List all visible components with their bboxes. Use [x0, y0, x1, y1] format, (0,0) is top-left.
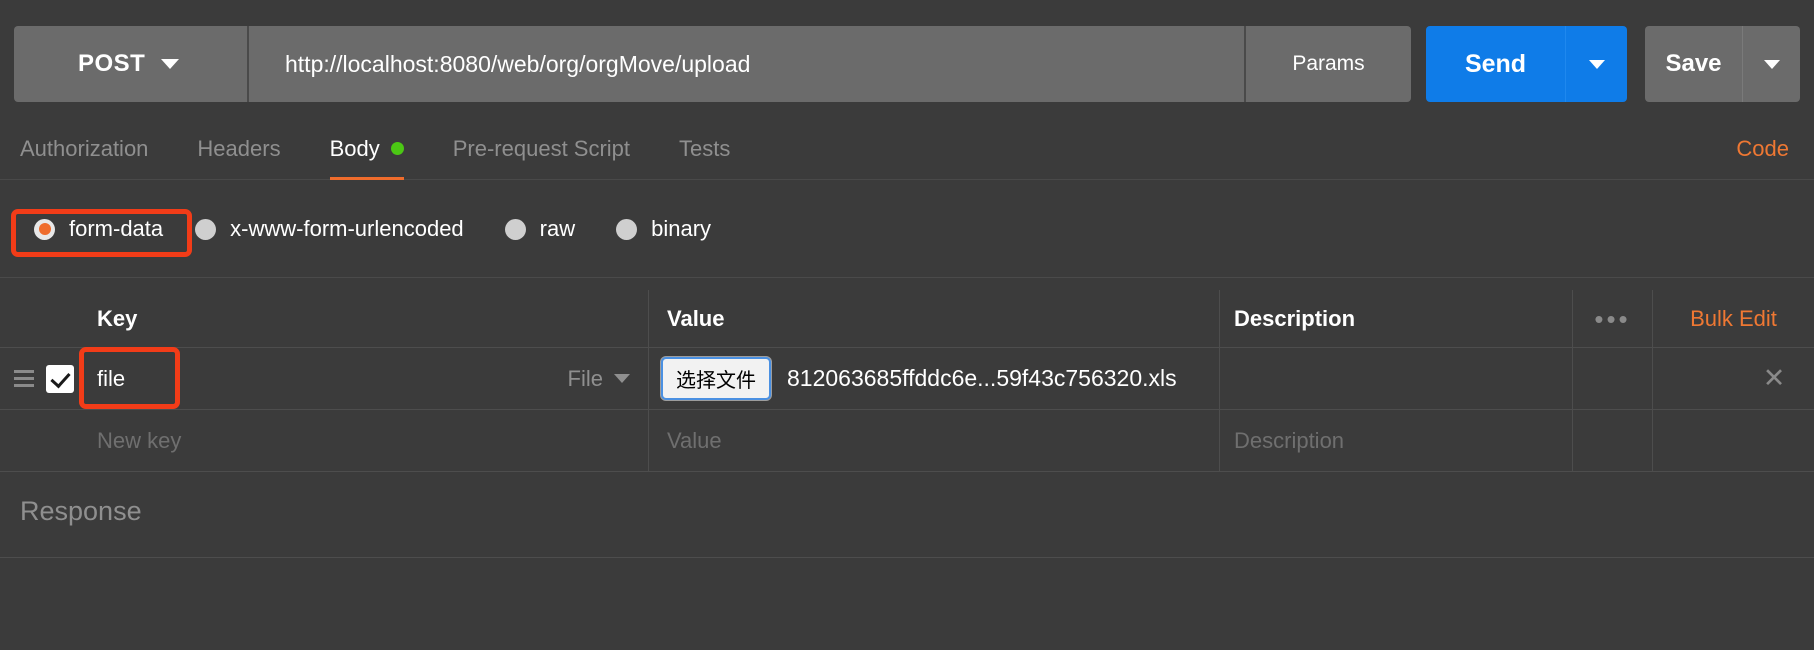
save-options-button[interactable] [1742, 26, 1800, 102]
header-description: Description [1220, 290, 1573, 347]
row-value-cell: 选择文件 812063685ffddc6e...59f43c756320.xls [649, 348, 1220, 409]
chevron-down-icon [614, 374, 630, 383]
row-spacer-2 [1653, 348, 1734, 409]
tab-label: Pre-request Script [452, 135, 631, 161]
form-data-table-header: Key Value Description ••• Bulk Edit [0, 290, 1814, 348]
selected-file-name: 812063685ffddc6e...59f43c756320.xls [787, 365, 1177, 391]
chevron-down-icon [1763, 59, 1780, 69]
drag-handle-icon[interactable] [14, 370, 34, 387]
tab-authorization[interactable]: Authorization [20, 118, 148, 180]
table-row: file File 选择文件 812063685ffddc6e...59f43c… [0, 348, 1814, 410]
new-row-spacer [1573, 410, 1653, 471]
key-input: file [97, 365, 126, 391]
bulk-edit-button[interactable]: Bulk Edit [1653, 290, 1814, 347]
header-description-label: Description [1234, 305, 1356, 331]
bulk-edit-label: Bulk Edit [1690, 305, 1777, 331]
new-row-spacer-3 [1734, 410, 1814, 471]
new-key-cell[interactable]: New key [78, 410, 649, 471]
header-value-label: Value [667, 305, 725, 331]
response-title: Response [20, 496, 142, 526]
save-label: Save [1665, 50, 1722, 77]
row-controls [0, 348, 78, 409]
body-modified-dot-icon [390, 142, 404, 155]
row-description-cell[interactable] [1220, 348, 1573, 409]
body-type-radio-group: form-data x-www-form-urlencoded raw bina… [0, 181, 1814, 278]
send-button-group: Send [1426, 26, 1627, 102]
new-value-cell[interactable]: Value [649, 410, 1220, 471]
save-button[interactable]: Save [1645, 26, 1742, 102]
radio-label: form-data [69, 216, 164, 241]
row-enabled-checkbox[interactable] [46, 364, 74, 393]
radio-selected-icon [34, 218, 55, 240]
radio-raw[interactable]: raw [504, 216, 576, 242]
new-description-cell[interactable]: Description [1220, 410, 1573, 471]
new-key-placeholder: New key [97, 427, 182, 453]
send-options-button[interactable] [1565, 26, 1627, 102]
tab-label: Authorization [20, 135, 149, 161]
url-bar: POST http://localhost:8080/web/org/orgMo… [14, 26, 1800, 102]
radio-x-www-form-urlencoded[interactable]: x-www-form-urlencoded [195, 216, 464, 242]
row-spacer [1573, 348, 1653, 409]
tab-tests[interactable]: Tests [679, 118, 730, 180]
radio-unselected-icon [616, 218, 638, 240]
ellipsis-icon: ••• [1594, 303, 1631, 334]
tab-headers[interactable]: Headers [197, 118, 280, 180]
tab-pre-request-script[interactable]: Pre-request Script [453, 118, 630, 180]
url-input[interactable]: http://localhost:8080/web/org/orgMove/up… [249, 26, 1244, 102]
table-new-row: New key Value Description [0, 410, 1814, 472]
request-tabs: Authorization Headers Body Pre-request S… [0, 118, 1814, 180]
header-value: Value [649, 290, 1220, 347]
radio-binary[interactable]: binary [616, 216, 711, 242]
url-text: http://localhost:8080/web/org/orgMove/up… [285, 50, 751, 77]
header-key: Key [78, 290, 649, 347]
new-value-placeholder: Value [667, 427, 722, 453]
code-link[interactable]: Code [1736, 136, 1789, 162]
send-button[interactable]: Send [1426, 26, 1565, 102]
radio-unselected-icon [504, 218, 526, 240]
close-icon: ✕ [1762, 363, 1786, 393]
tab-body[interactable]: Body [329, 118, 404, 180]
value-type-label: File [567, 365, 603, 391]
send-label: Send [1464, 49, 1527, 78]
save-button-group: Save [1645, 26, 1800, 102]
http-method-label: POST [78, 50, 146, 77]
radio-label: raw [539, 216, 576, 241]
params-label: Params [1292, 52, 1365, 75]
header-more-options-button[interactable]: ••• [1573, 290, 1653, 347]
tab-label: Tests [679, 135, 731, 161]
chevron-down-icon [161, 59, 180, 69]
http-method-selector[interactable]: POST [14, 26, 247, 102]
tab-label: Body [329, 135, 380, 161]
response-panel: Response [0, 473, 1814, 650]
tab-label: Headers [197, 135, 281, 161]
new-row-controls [0, 410, 78, 471]
header-spacer [0, 290, 78, 347]
chevron-down-icon [1588, 59, 1605, 69]
row-key-cell[interactable]: file File [78, 348, 649, 409]
radio-form-data[interactable]: form-data [34, 216, 163, 242]
radio-label: x-www-form-urlencoded [230, 216, 464, 241]
new-row-spacer-2 [1653, 410, 1734, 471]
radio-label: binary [651, 216, 712, 241]
new-description-placeholder: Description [1234, 427, 1345, 453]
params-button[interactable]: Params [1246, 26, 1411, 102]
header-key-label: Key [97, 305, 138, 331]
radio-unselected-icon [195, 218, 217, 240]
delete-row-button[interactable]: ✕ [1734, 348, 1814, 409]
postman-request-panel: POST http://localhost:8080/web/org/orgMo… [0, 0, 1814, 650]
divider [0, 557, 1814, 558]
value-type-selector[interactable]: File [568, 366, 630, 392]
choose-file-button[interactable]: 选择文件 [661, 357, 771, 400]
